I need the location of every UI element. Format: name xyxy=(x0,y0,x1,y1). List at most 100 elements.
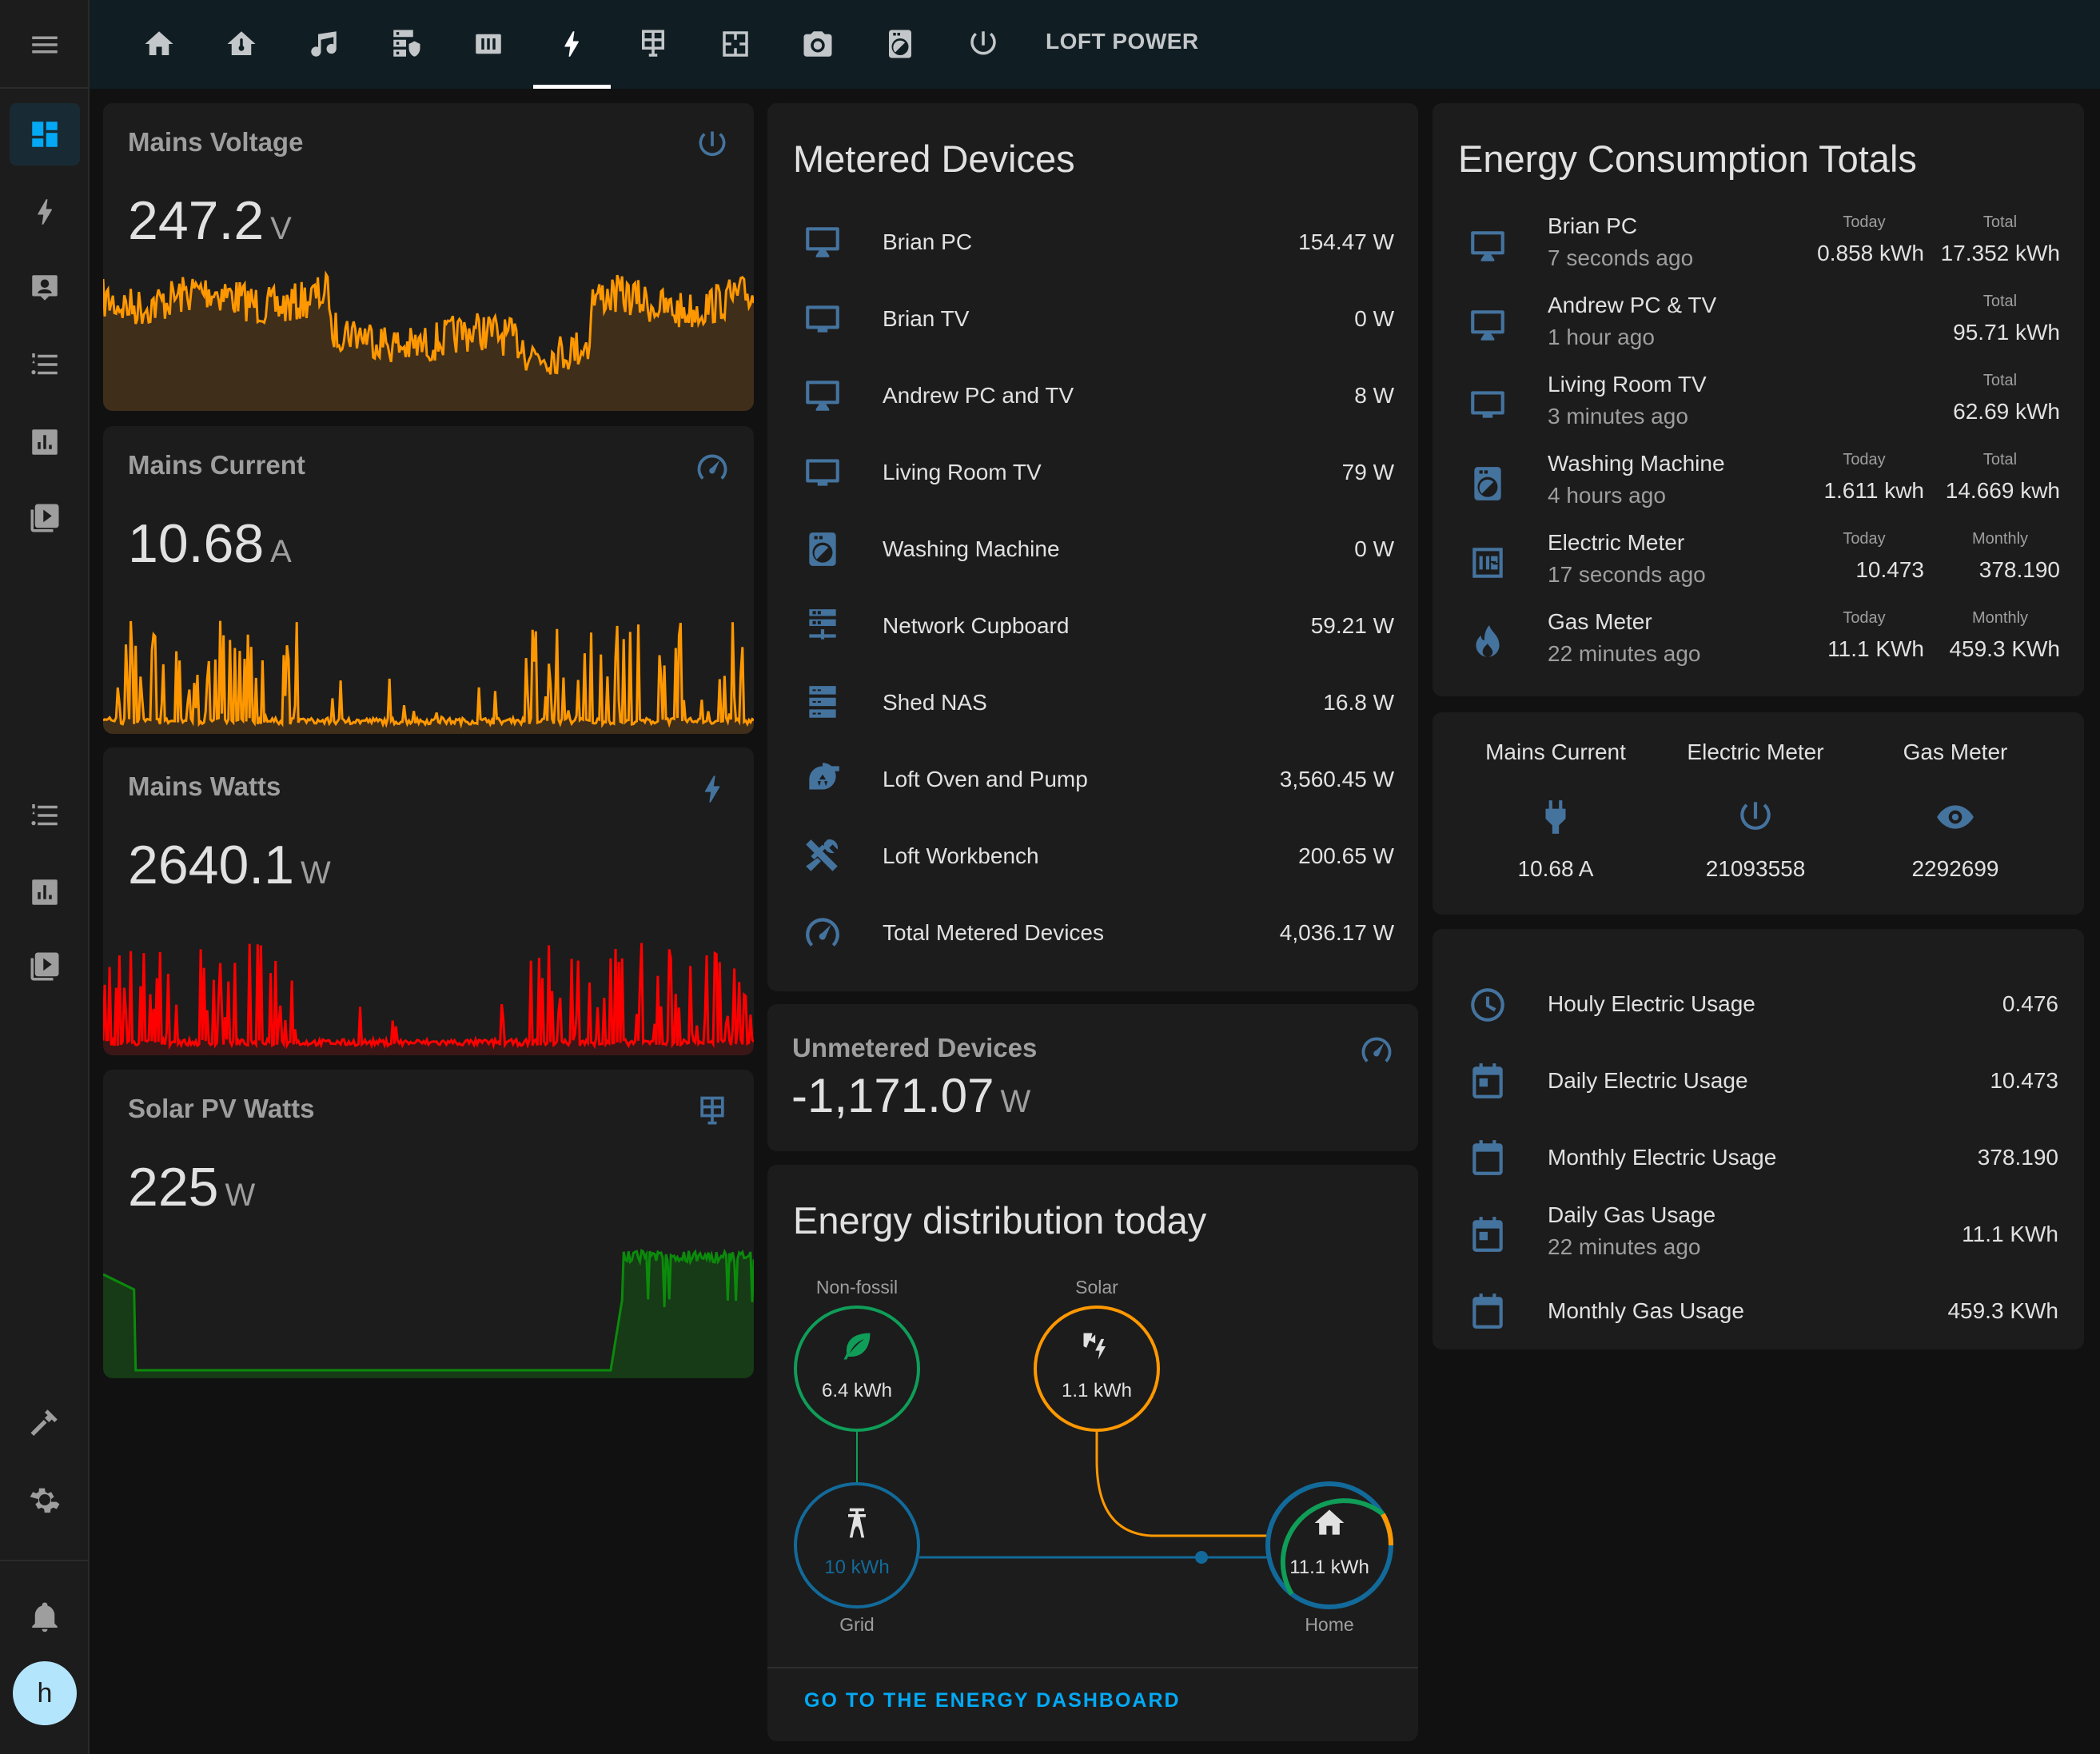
calendar-today-icon xyxy=(1468,1062,1508,1102)
sidebar-item-history[interactable] xyxy=(10,411,80,473)
sensor-card-mains-voltage[interactable]: Mains Voltage 247.2 V xyxy=(103,103,754,411)
row-icon xyxy=(1468,226,1508,266)
nonfossil-value: 6.4 kWh xyxy=(822,1380,892,1401)
tab-heating[interactable] xyxy=(460,18,516,70)
sidebar-item-logbook-2[interactable] xyxy=(10,784,80,847)
power-icon xyxy=(695,127,730,162)
device-name: Washing Machine xyxy=(883,536,1060,561)
list-item[interactable]: Living Room TV 79 W xyxy=(767,440,1418,504)
list-item[interactable]: Washing Machine 0 W xyxy=(767,517,1418,581)
sidebar-item-history-2[interactable] xyxy=(10,861,80,923)
device-name: Brian PC xyxy=(883,229,973,254)
notifications-button[interactable] xyxy=(10,1585,80,1648)
tab-power[interactable] xyxy=(544,18,600,70)
device-name: Loft Workbench xyxy=(883,843,1039,868)
tab-solar[interactable] xyxy=(625,18,681,70)
nonfossil-circle[interactable] xyxy=(794,1306,920,1432)
list-item[interactable]: Brian TV 0 W xyxy=(767,287,1418,351)
list-item[interactable]: Network Cupboard 59.21 W xyxy=(767,594,1418,658)
music-icon xyxy=(307,27,341,61)
tab-cameras[interactable] xyxy=(790,18,846,70)
floor-plan-icon xyxy=(719,27,752,61)
hammer-icon xyxy=(28,1405,62,1439)
list-item[interactable]: Monthly Electric Usage 378.190 xyxy=(1433,1122,2084,1194)
sensor-card-mains-current[interactable]: Mains Current 10.68 A xyxy=(103,426,754,734)
list-item[interactable]: Loft Workbench 200.65 W xyxy=(767,824,1418,888)
sidebar-item-dashboard[interactable] xyxy=(10,103,80,165)
list-item[interactable]: Electric Meter 17 seconds ago Today 10.473 M… xyxy=(1433,527,2084,599)
total-column: Today 11.1 KWh xyxy=(1827,609,1924,661)
list-item[interactable]: Monthly Gas Usage 459.3 KWh xyxy=(1433,1276,2084,1348)
list-item[interactable]: Daily Electric Usage 10.473 xyxy=(1433,1046,2084,1118)
tab-floorplan[interactable] xyxy=(707,18,763,70)
server-security-icon xyxy=(389,27,423,61)
device-value: 0 W xyxy=(1354,306,1394,331)
list-item[interactable]: Washing Machine 4 hours ago Today 1.611 kwh… xyxy=(1433,448,2084,520)
sidebar-item-developer-tools[interactable] xyxy=(10,1391,80,1453)
sidebar-item-energy[interactable] xyxy=(10,181,80,243)
list-item[interactable]: Gas Meter 22 minutes ago Today 11.1 KWh Mont… xyxy=(1433,606,2084,678)
power-icon xyxy=(966,27,1000,61)
tab-laundry[interactable] xyxy=(872,18,928,70)
sidebar-item-media-2[interactable] xyxy=(10,935,80,998)
device-value: 16.8 W xyxy=(1323,690,1394,715)
row-icon xyxy=(803,606,843,646)
energy-distribution-card: Energy distribution today Non-fossil Sol… xyxy=(767,1165,1418,1741)
device-name: Loft Oven and Pump xyxy=(883,767,1088,791)
device-value: 200.65 W xyxy=(1298,843,1394,868)
tab-music[interactable] xyxy=(296,18,352,70)
tab-loft-power-label[interactable]: LOFT POWER xyxy=(1046,29,1199,54)
list-item[interactable]: Total Metered Devices 4,036.17 W xyxy=(767,901,1418,965)
sparkline-line xyxy=(103,620,754,729)
tab-climate[interactable] xyxy=(213,18,269,70)
list-item[interactable]: Brian PC 7 seconds ago Today 0.858 kWh Total… xyxy=(1433,210,2084,282)
solar-circle[interactable] xyxy=(1034,1306,1160,1432)
list-item[interactable]: Andrew PC & TV 1 hour ago Total 95.71 kWh xyxy=(1433,289,2084,361)
grid-circle[interactable] xyxy=(794,1482,920,1608)
tab-home[interactable] xyxy=(131,18,187,70)
list-item[interactable]: Houly Electric Usage 0.476 xyxy=(1433,969,2084,1041)
leaf-icon xyxy=(844,1333,871,1360)
sensor-value: 10.68 A xyxy=(128,513,292,574)
list-item[interactable]: Brian PC 154.47 W xyxy=(767,210,1418,274)
list-item[interactable]: Shed NAS 16.8 W xyxy=(767,671,1418,735)
row-icon xyxy=(803,376,843,416)
sidebar-item-media[interactable] xyxy=(10,487,80,549)
sensor-value: 247.2 V xyxy=(128,190,292,251)
avatar[interactable]: h xyxy=(13,1661,77,1725)
sensor-value: -1,171.07 W xyxy=(791,1069,1031,1122)
row-icon xyxy=(803,529,843,569)
energy-dashboard-button[interactable]: GO TO THE ENERGY DASHBOARD xyxy=(804,1689,1181,1712)
row-icon xyxy=(803,913,843,953)
menu-button[interactable] xyxy=(0,0,90,89)
tab-loft-power[interactable] xyxy=(955,18,1011,70)
list-item[interactable]: Loft Oven and Pump 3,560.45 W xyxy=(767,747,1418,811)
list-item[interactable]: Daily Gas Usage 22 minutes ago 11.1 KWh xyxy=(1433,1199,2084,1271)
tools-icon xyxy=(803,836,843,876)
list-item[interactable]: Living Room TV 3 minutes ago Total 62.69 kW… xyxy=(1433,369,2084,440)
washing-machine-icon xyxy=(1468,464,1508,504)
washing-machine-icon xyxy=(883,27,917,61)
clock-icon xyxy=(1468,985,1508,1025)
sensor-card-mains-watts[interactable]: Mains Watts 2640.1 W xyxy=(103,747,754,1055)
list-item[interactable]: Andrew PC and TV 8 W xyxy=(767,364,1418,428)
divider xyxy=(0,1560,90,1561)
gauge-icon xyxy=(803,913,843,953)
home-label: Home xyxy=(1305,1614,1353,1635)
row-icon xyxy=(1468,622,1508,662)
device-name: Shed NAS xyxy=(883,690,987,715)
sidebar-item-person[interactable] xyxy=(10,257,80,319)
sidebar-item-logbook[interactable] xyxy=(10,333,80,396)
sidebar-item-settings[interactable] xyxy=(10,1469,80,1531)
active-tab-indicator xyxy=(533,85,611,89)
glance-icon xyxy=(1536,797,1576,837)
unmetered-devices-card[interactable]: Unmetered Devices -1,171.07 W xyxy=(767,1004,1418,1151)
home-icon xyxy=(1315,1510,1345,1535)
monitor-icon xyxy=(803,222,843,262)
home-icon xyxy=(142,27,176,61)
tab-servers[interactable] xyxy=(378,18,434,70)
device-value: 59.21 W xyxy=(1310,613,1394,638)
flow-line-solar-home xyxy=(1095,1431,1269,1537)
sensor-card-solar-pv-watts[interactable]: Solar PV Watts 225 W xyxy=(103,1070,754,1378)
row-icon xyxy=(1468,385,1508,425)
